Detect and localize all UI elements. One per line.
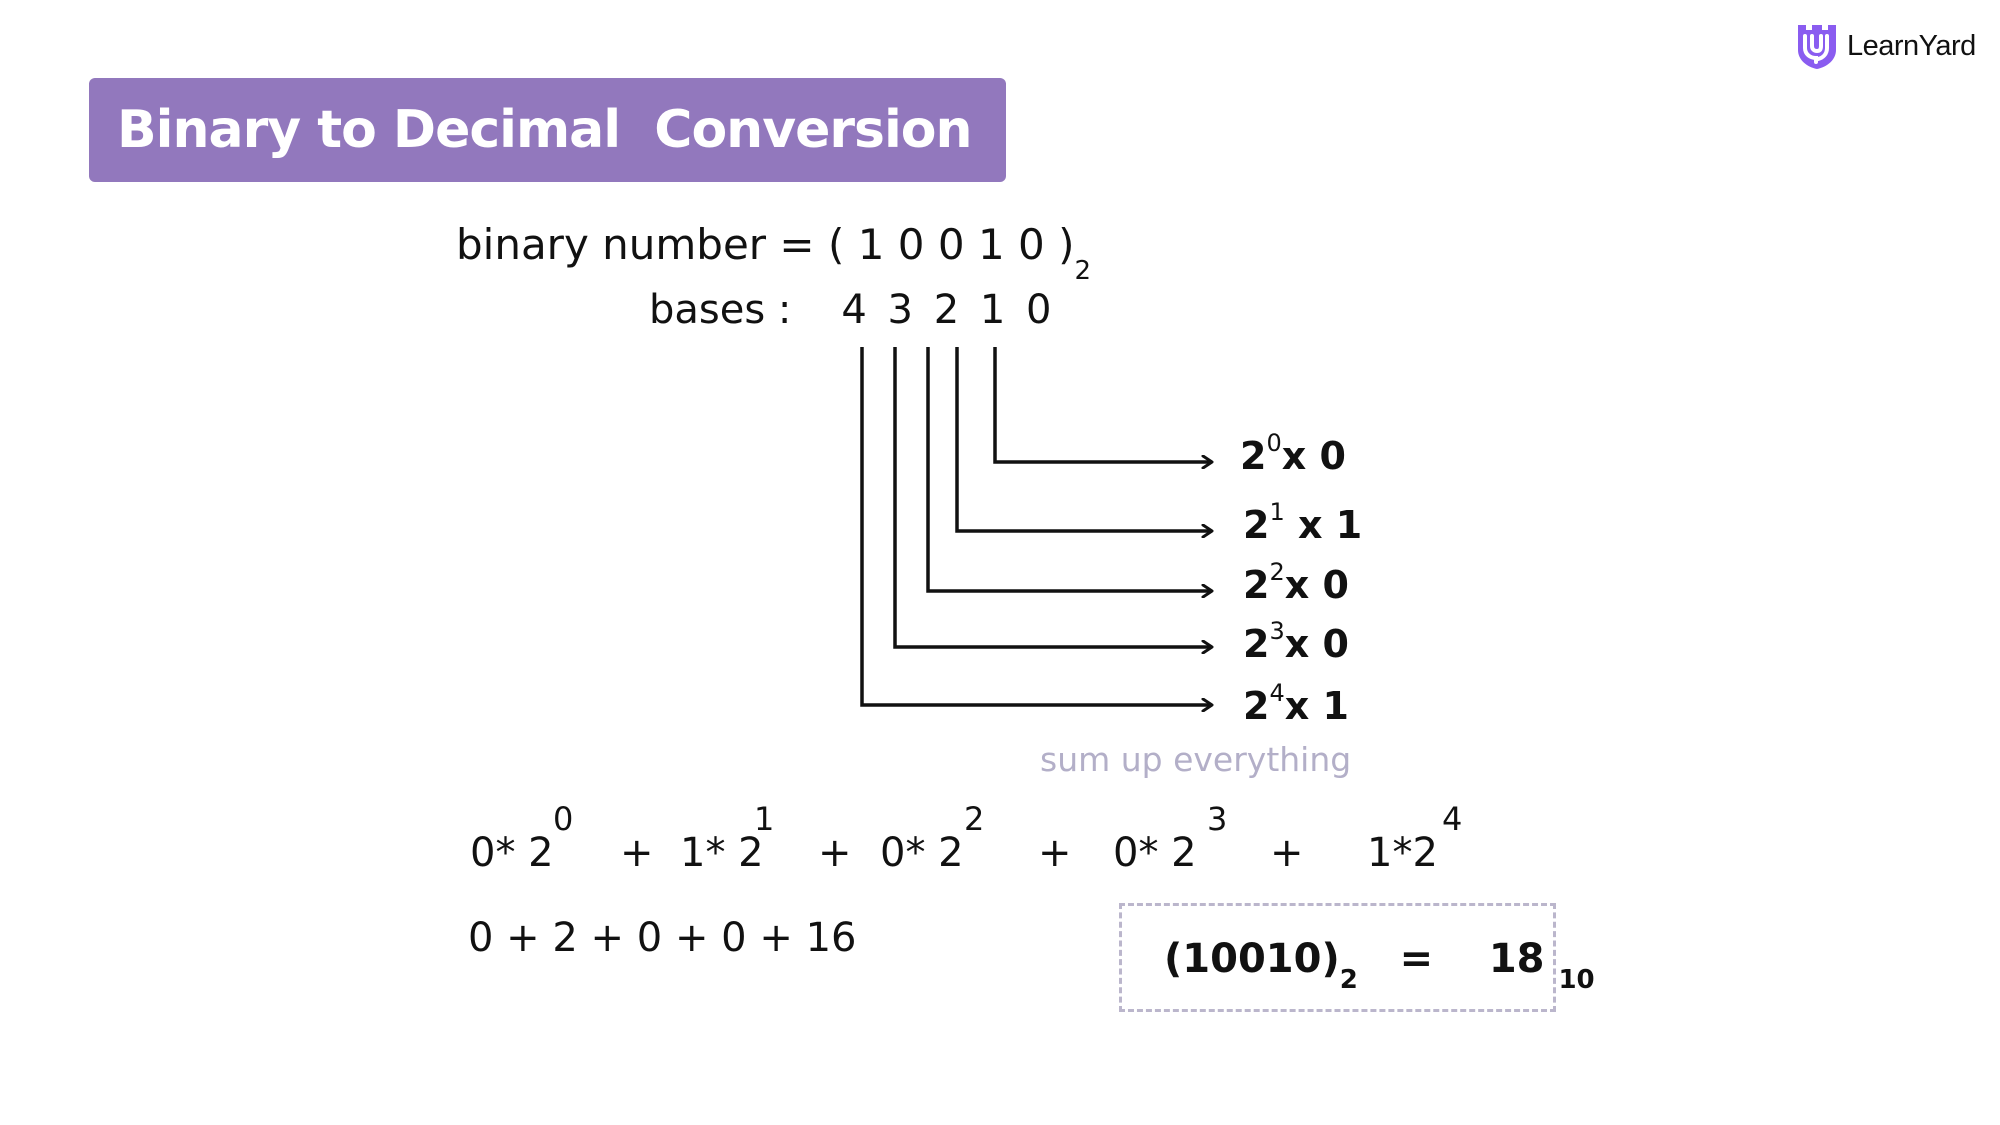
expansion-term: 1*2 <box>1367 830 1438 876</box>
term-bit: 0 <box>1319 434 1346 478</box>
connector-bit-4 <box>860 347 1212 705</box>
expansion-exponent: 3 <box>1207 800 1228 838</box>
term-base: 2 <box>1243 622 1270 666</box>
result-binary-base: 2 <box>1339 965 1358 995</box>
expansion-term: 0* 2 <box>1113 830 1197 876</box>
term-bit-0: 20x 0 <box>1240 429 1346 478</box>
result-decimal: 18 <box>1488 936 1545 982</box>
expansion-term: 1* 2 <box>680 830 764 876</box>
expansion-line: 0* 2 0 + 1* 2 1 + 0* 2 2 + 0* 2 3 + 1*2 … <box>470 800 1570 880</box>
term-operator: x <box>1284 684 1310 728</box>
term-exponent: 3 <box>1269 617 1285 645</box>
result-equals: = <box>1399 936 1434 982</box>
term-bit-1: 21 x 1 <box>1243 498 1363 547</box>
term-bit: 0 <box>1322 563 1349 607</box>
expansion-plus: + <box>1038 830 1072 876</box>
term-bit: 1 <box>1335 503 1363 547</box>
sum-line: 0 + 2 + 0 + 0 + 16 <box>468 915 857 961</box>
term-base: 2 <box>1243 684 1270 728</box>
connector-diagram <box>860 347 2000 1125</box>
term-bit: 1 <box>1322 684 1349 728</box>
term-operator: x <box>1281 434 1307 478</box>
term-bit: 0 <box>1322 622 1349 666</box>
result-box: (10010)2 = 18 10 <box>1119 903 1595 1012</box>
term-operator: x <box>1297 503 1323 547</box>
expansion-exponent: 1 <box>754 800 775 838</box>
term-bit-3: 23x 0 <box>1243 617 1349 666</box>
expansion-plus: + <box>1270 830 1304 876</box>
connector-bit-2 <box>926 347 1212 591</box>
connector-bit-3 <box>893 347 1212 647</box>
result-decimal-base: 10 <box>1558 965 1595 995</box>
result-binary: (10010) <box>1164 936 1340 982</box>
term-exponent: 4 <box>1269 679 1285 707</box>
term-base: 2 <box>1243 503 1270 547</box>
term-exponent: 2 <box>1269 558 1285 586</box>
term-operator: x <box>1284 622 1310 666</box>
result-equation: (10010)2 = 18 10 <box>1164 936 1595 995</box>
expansion-plus: + <box>620 830 654 876</box>
term-exponent: 0 <box>1266 429 1282 457</box>
expansion-term: 0* 2 <box>880 830 964 876</box>
expansion-exponent: 0 <box>553 800 574 838</box>
expansion-exponent: 2 <box>964 800 985 838</box>
expansion-exponent: 4 <box>1442 800 1463 838</box>
term-bit-4: 24x 1 <box>1243 679 1349 728</box>
expansion-plus: + <box>818 830 852 876</box>
term-base: 2 <box>1243 563 1270 607</box>
term-exponent: 1 <box>1269 498 1285 526</box>
term-operator: x <box>1284 563 1310 607</box>
sum-hint: sum up everything <box>1040 740 1352 779</box>
term-bit-2: 22x 0 <box>1243 558 1349 607</box>
connector-bit-0 <box>993 347 1212 462</box>
expansion-term: 0* 2 <box>470 830 554 876</box>
term-base: 2 <box>1240 434 1267 478</box>
